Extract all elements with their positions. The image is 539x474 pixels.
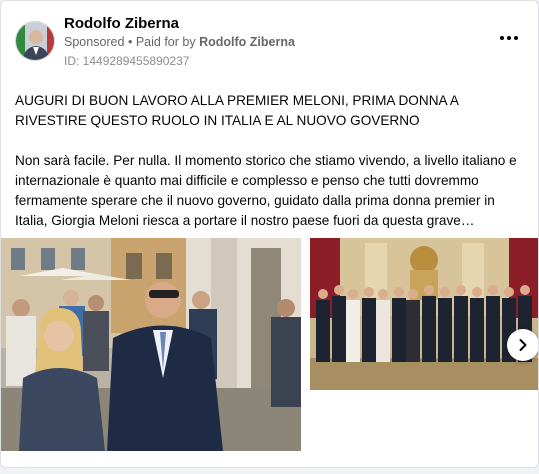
sponsored-label[interactable]: Sponsored: [64, 35, 124, 49]
sponsored-meta: Sponsored • Paid for by Rodolfo Ziberna: [64, 35, 295, 49]
more-options-icon-dot: [507, 36, 511, 40]
paid-for-prefix: Paid for by: [135, 35, 196, 49]
ad-post-card: Rodolfo Ziberna Sponsored • Paid for by …: [0, 0, 539, 468]
author-avatar[interactable]: [15, 21, 55, 61]
paid-for-name: Rodolfo Ziberna: [199, 35, 295, 49]
carousel-image-2[interactable]: [310, 238, 538, 390]
carousel-next-button[interactable]: [507, 329, 538, 361]
post-text: AUGURI DI BUON LAVORO ALLA PREMIER MELON…: [15, 91, 527, 231]
author-name[interactable]: Rodolfo Ziberna: [64, 15, 179, 32]
chevron-right-icon: [519, 339, 527, 351]
more-options-icon: [500, 36, 504, 40]
more-options-button[interactable]: [496, 28, 522, 48]
meta-separator: •: [127, 35, 133, 49]
more-options-icon-dot: [514, 36, 518, 40]
ad-id: ID: 1449289455890237: [64, 54, 190, 68]
carousel-image-1[interactable]: [1, 238, 301, 451]
post-headline: AUGURI DI BUON LAVORO ALLA PREMIER MELON…: [15, 93, 459, 128]
post-body: Non sarà facile. Per nulla. Il momento s…: [15, 153, 517, 228]
